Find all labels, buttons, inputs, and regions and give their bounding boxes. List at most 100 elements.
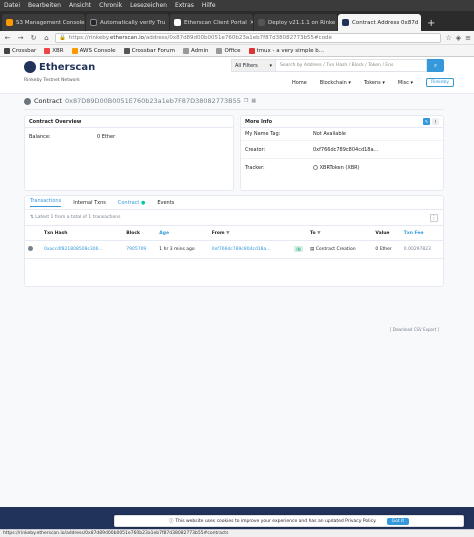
bookmark-icon xyxy=(4,47,10,54)
chevron-down-icon: ▾ xyxy=(269,62,272,69)
search-icon: ⌕ xyxy=(433,61,438,69)
col-age[interactable]: Age xyxy=(156,225,209,241)
balance-row: Balance: 0 Ether xyxy=(25,128,233,146)
url-bar[interactable]: 🔒 https://rinkeby.etherscan.io/address/0… xyxy=(55,32,442,43)
search-button[interactable]: ⌕ xyxy=(427,59,444,72)
bookmark-item[interactable]: AWS Console xyxy=(71,47,116,54)
forward-icon[interactable]: → xyxy=(16,33,25,42)
col-txn-fee[interactable]: Txn Fee xyxy=(400,225,443,241)
contract-address: 0x87D89D00B0051E760b23a1eb7F87D38082773B… xyxy=(64,97,241,105)
edit-icon[interactable]: ✎ xyxy=(423,118,430,125)
browser-tab[interactable]: Automatically verify Tru× xyxy=(86,14,169,31)
block-link[interactable]: 7905709 xyxy=(123,240,157,259)
menu-ansicht[interactable]: Ansicht xyxy=(69,2,91,9)
network-button[interactable]: Rinkeby xyxy=(426,78,455,87)
bookmark-item[interactable]: Admin xyxy=(182,47,208,54)
home-icon[interactable]: ⌂ xyxy=(42,33,51,42)
filter-icon[interactable]: ▼ xyxy=(226,231,229,236)
got-it-button[interactable]: Got It xyxy=(386,517,410,525)
reload-icon[interactable]: ↻ xyxy=(29,33,38,42)
menu-lesezeichen[interactable]: Lesezeichen xyxy=(130,2,167,9)
txn-hash-link[interactable]: 0xacc4f821808508c306... xyxy=(41,240,124,259)
col-txn-hash: Txn Hash xyxy=(41,225,124,241)
browser-tab[interactable]: S3 Management Console× xyxy=(2,14,85,31)
tab-events[interactable]: Events xyxy=(157,200,174,206)
contract-icon xyxy=(24,97,31,105)
menu-bearbeiten[interactable]: Bearbeiten xyxy=(28,2,61,9)
row-label: Tracker: xyxy=(245,165,265,171)
card-heading: More Info ✎ ⋮ xyxy=(241,116,443,128)
extension-icon[interactable]: ◈ xyxy=(456,34,461,42)
browser-tab[interactable]: Deploy v21.1.1 on Rinke× xyxy=(254,14,337,31)
site-header: Etherscan Rinkeby Testnet Network All Fi… xyxy=(0,57,474,94)
direction-badge: IN xyxy=(294,246,304,253)
logo-text: Etherscan xyxy=(39,61,96,73)
tab-title: S3 Management Console xyxy=(16,19,85,26)
cookie-banner: ⓘ This website uses cookies to improve y… xyxy=(114,515,464,527)
more-options-icon[interactable]: ⋮ xyxy=(430,213,438,222)
filter-select[interactable]: All Filters ▾ xyxy=(231,59,276,72)
main-nav: Home Blockchain ▾ Tokens ▾ Misc ▾ Rinkeb… xyxy=(292,78,455,87)
download-csv-link[interactable]: [ Download CSV Export ] xyxy=(390,327,439,332)
nav-tokens[interactable]: Tokens ▾ xyxy=(364,80,385,86)
bookmark-star-icon[interactable]: ☆ xyxy=(445,34,451,42)
menu-icon[interactable]: ≡ xyxy=(465,34,471,42)
browser-tab[interactable]: Etherscan Client Portal × xyxy=(170,14,253,31)
bookmark-item[interactable]: Office xyxy=(216,47,241,54)
tab-internal-txns[interactable]: Internal Txns xyxy=(73,200,106,206)
close-icon[interactable]: × xyxy=(168,19,169,26)
folder-icon xyxy=(216,47,223,54)
more-info-card: More Info ✎ ⋮ My Name Tag: Not Available… xyxy=(240,115,444,191)
more-options-icon[interactable]: ⋮ xyxy=(432,118,439,125)
cookie-icon: ⓘ xyxy=(168,519,174,524)
from-link[interactable]: 0xf766dc789c804cd18a... xyxy=(208,240,292,259)
menu-hilfe[interactable]: Hilfe xyxy=(202,2,216,9)
tab-contract[interactable]: Contract ● xyxy=(118,200,145,206)
nav-misc[interactable]: Misc ▾ xyxy=(398,80,413,86)
browser-tab-active[interactable]: Contract Address 0x87d× xyxy=(338,14,421,31)
qr-code-icon[interactable]: ▦ xyxy=(251,98,256,104)
col-from: From ▼ xyxy=(208,225,292,241)
search-input[interactable]: Search by Address / Txn Hash / Block / T… xyxy=(276,59,427,72)
browser-tabstrip: S3 Management Console× Automatically ver… xyxy=(0,11,474,31)
bookmark-item[interactable]: tmux - a very simple b... xyxy=(248,47,324,54)
url-host: etherscan.io xyxy=(109,34,144,41)
filter-icon[interactable]: ▼ xyxy=(317,231,320,236)
age-cell: 1 hr 3 mins ago xyxy=(156,240,209,259)
transactions-card: Transactions Internal Txns Contract ● Ev… xyxy=(24,195,444,332)
etherscan-logo[interactable]: Etherscan xyxy=(24,61,95,73)
bookmarks-bar: Crossbar XBR AWS Console Crossbar Forum … xyxy=(0,45,474,57)
tx-tabs: Transactions Internal Txns Contract ● Ev… xyxy=(25,196,443,210)
col-to: To ▼ xyxy=(307,225,373,241)
balance-label: Balance: xyxy=(29,134,51,140)
row-view-cell xyxy=(25,240,41,259)
back-icon[interactable]: ← xyxy=(3,33,12,42)
menu-chronik[interactable]: Chronik xyxy=(99,2,122,9)
menu-datei[interactable]: Datei xyxy=(4,2,20,9)
tab-favicon-icon xyxy=(342,19,349,26)
bookmark-item[interactable]: Crossbar xyxy=(4,47,36,54)
latest-summary: ⇅ Latest 1 from a total of 1 transaction… xyxy=(25,210,443,225)
close-icon[interactable]: × xyxy=(250,19,253,26)
verified-check-icon: ● xyxy=(140,199,146,206)
tracker-link[interactable]: XBRToken (XBR) xyxy=(313,165,360,171)
etherscan-logo-icon xyxy=(24,61,36,73)
balance-value: 0 Ether xyxy=(97,134,116,140)
tab-favicon-icon xyxy=(90,19,97,26)
copy-icon[interactable]: ❐ xyxy=(244,98,248,104)
menu-extras[interactable]: Extras xyxy=(175,2,194,9)
tab-transactions[interactable]: Transactions xyxy=(30,198,62,207)
row-label: Creator: xyxy=(245,146,266,153)
bookmark-item[interactable]: XBR xyxy=(44,47,64,54)
token-icon xyxy=(313,165,318,170)
bookmark-item[interactable]: Crossbar Forum xyxy=(123,47,175,54)
nav-home[interactable]: Home xyxy=(292,80,307,86)
nav-blockchain[interactable]: Blockchain ▾ xyxy=(320,80,351,86)
to-cell: ▤ Contract Creation xyxy=(307,240,373,259)
folder-icon xyxy=(182,47,189,54)
new-tab-icon[interactable]: + xyxy=(422,18,440,31)
creator-link[interactable]: 0xf766dc789c804cd18a... xyxy=(313,147,378,153)
browser-navbar: ← → ↻ ⌂ 🔒 https://rinkeby.etherscan.io/a… xyxy=(0,31,474,45)
eye-icon[interactable] xyxy=(28,246,33,251)
tab-title: Etherscan Client Portal xyxy=(184,19,247,26)
